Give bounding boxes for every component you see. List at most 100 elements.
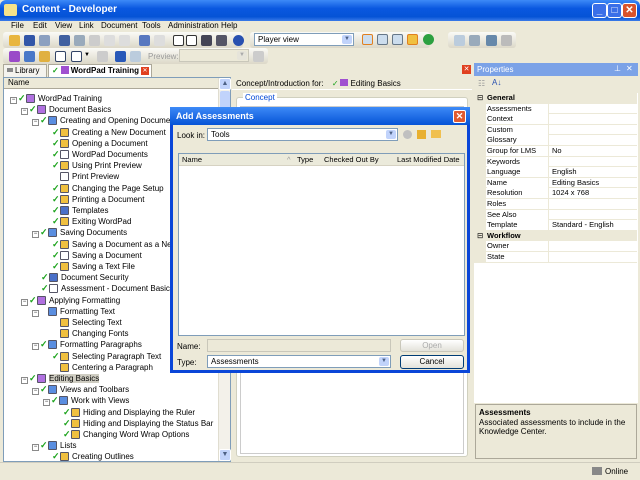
new-section-icon[interactable] [24, 51, 35, 62]
property-row[interactable]: Custom properties [474, 124, 637, 144]
help-icon[interactable] [233, 35, 244, 46]
move-up-icon[interactable] [115, 51, 126, 62]
delete-icon[interactable] [104, 35, 115, 46]
property-row[interactable]: Owner [474, 241, 637, 253]
collapse-icon[interactable]: − [32, 231, 39, 239]
minimize-button[interactable]: _ [592, 3, 607, 18]
collapse-icon[interactable]: ⊟ [477, 231, 483, 241]
tree-item[interactable]: ✓ Exiting WordPad [43, 216, 131, 227]
collapse-icon[interactable]: − [21, 108, 28, 116]
new-assessment-icon[interactable] [71, 51, 82, 62]
menu-administration[interactable]: Administration [168, 21, 219, 30]
tree-item[interactable]: − ✓ WordPad Training [10, 93, 102, 104]
collapse-icon[interactable]: − [32, 309, 39, 317]
chevron-down-icon[interactable]: ▼ [84, 52, 90, 58]
tree-item[interactable]: Changing Fonts [43, 328, 128, 339]
property-row[interactable]: See Also [474, 209, 637, 221]
open-button[interactable]: Open [400, 339, 464, 352]
cancel-button[interactable]: Cancel [400, 355, 464, 369]
open-icon[interactable] [9, 35, 20, 46]
tree-item[interactable]: ✓ Saving a Document [43, 250, 142, 261]
menu-link[interactable]: Link [79, 21, 94, 30]
tree-item[interactable]: − ✓ Lists [32, 440, 76, 452]
tree-item[interactable]: ✓ Selecting Paragraph Text [43, 351, 161, 362]
property-row[interactable]: Name Editing Basics [474, 177, 637, 189]
property-row[interactable]: Resolution 1024 x 768 [474, 188, 637, 200]
lock-icon[interactable] [501, 35, 512, 46]
property-value[interactable]: 1024 x 768 [552, 188, 589, 198]
property-row[interactable]: Glossary [474, 135, 637, 147]
check-in-icon[interactable] [454, 35, 465, 46]
pin-icon[interactable]: ⊥ [614, 64, 621, 73]
print-icon[interactable] [39, 35, 50, 46]
refresh-icon[interactable] [423, 34, 434, 45]
tree-item[interactable]: − ✓ Document Basics [21, 104, 111, 116]
tree-item[interactable]: ✓ Hiding and Displaying the Ruler [54, 407, 195, 418]
type-select[interactable]: Assessments ▼ [207, 355, 391, 368]
tree-item[interactable]: ✓ Creating Outlines [43, 451, 134, 461]
menu-help[interactable]: Help [221, 21, 237, 30]
scroll-up-icon[interactable]: ▲ [219, 78, 231, 90]
property-value[interactable]: Standard - English [552, 220, 614, 230]
up-folder-icon[interactable] [417, 130, 426, 139]
property-row[interactable]: Template Standard - English [474, 220, 637, 232]
collapse-icon[interactable]: − [32, 444, 39, 452]
cut-icon[interactable] [59, 35, 70, 46]
tree-item[interactable]: − ✓ Applying Formatting [21, 295, 120, 306]
tree-item[interactable]: ✓ Changing Word Wrap Options [54, 429, 189, 440]
view-select[interactable]: Player view ▼ [254, 33, 354, 46]
property-row[interactable]: Assessments [474, 103, 637, 115]
column-checked-out-by[interactable]: Checked Out By [324, 154, 379, 166]
close-button[interactable]: ✕ [622, 3, 637, 18]
menu-tools[interactable]: Tools [142, 21, 161, 30]
tab-wordpad-training[interactable]: ✓ WordPad Training ✕ [48, 64, 152, 77]
menu-file[interactable]: File [11, 21, 24, 30]
property-value[interactable]: Editing Basics [552, 178, 599, 188]
redo-icon[interactable] [154, 35, 165, 46]
property-value[interactable]: English [552, 167, 577, 177]
tree-item[interactable]: − ✓ Editing Basics [21, 373, 100, 384]
menu-edit[interactable]: Edit [33, 21, 47, 30]
tree-item[interactable]: − ✓ Views and Toolbars [32, 384, 129, 396]
tab-library[interactable]: Library [3, 64, 47, 77]
preview-select[interactable]: ▼ [179, 49, 249, 62]
look-in-select[interactable]: Tools ▼ [207, 128, 398, 141]
record-icon[interactable] [97, 51, 108, 62]
collapse-icon[interactable]: − [32, 388, 39, 396]
property-category[interactable]: ⊟ General [474, 93, 637, 104]
column-last-modified[interactable]: Last Modified Date [397, 154, 460, 166]
property-row[interactable]: Keywords [474, 156, 637, 168]
properties-pane-icon[interactable] [407, 34, 418, 45]
property-row[interactable]: State [474, 252, 637, 263]
tree-item[interactable]: − ✓ Saving Documents [32, 227, 127, 239]
new-question-icon[interactable] [55, 51, 66, 62]
property-value[interactable]: No [552, 146, 562, 156]
tree-item[interactable]: Centering a Paragraph [43, 362, 153, 373]
menu-view[interactable]: View [55, 21, 72, 30]
property-row[interactable]: Context [474, 114, 637, 126]
tree-item[interactable]: ✓ Document Security [32, 272, 129, 283]
tree-item[interactable]: ✓ Hiding and Displaying the Status Bar [54, 418, 213, 429]
tree-item[interactable]: ✓ WordPad Documents [43, 149, 148, 160]
collapse-icon[interactable]: − [32, 119, 39, 127]
tree-item[interactable]: Selecting Text [43, 317, 122, 328]
collapse-icon[interactable] [186, 35, 197, 46]
new-topic-icon[interactable] [39, 51, 50, 62]
maximize-button[interactable]: □ [607, 3, 622, 18]
close-tab-icon[interactable]: ✕ [141, 67, 149, 75]
new-folder-icon[interactable] [431, 130, 441, 138]
tree-item[interactable]: ✓ Saving a Text File [43, 261, 135, 272]
tree-item[interactable]: − ✓ Formatting Paragraphs [32, 339, 142, 351]
preview-go-icon[interactable] [253, 51, 264, 62]
move-down-icon[interactable] [130, 51, 141, 62]
column-name[interactable]: Name [182, 154, 202, 166]
collapse-icon[interactable]: − [43, 399, 50, 407]
close-icon[interactable]: ✕ [626, 64, 633, 73]
expand-icon[interactable] [173, 35, 184, 46]
property-row[interactable]: Language English [474, 167, 637, 179]
check-out-icon[interactable] [469, 35, 480, 46]
new-module-icon[interactable] [9, 51, 20, 62]
layout-2-icon[interactable] [377, 34, 388, 45]
tree-item[interactable]: ✓ Creating a New Document [43, 127, 166, 138]
tree-item[interactable]: ✓ Assessment - Document Basics [32, 283, 174, 294]
